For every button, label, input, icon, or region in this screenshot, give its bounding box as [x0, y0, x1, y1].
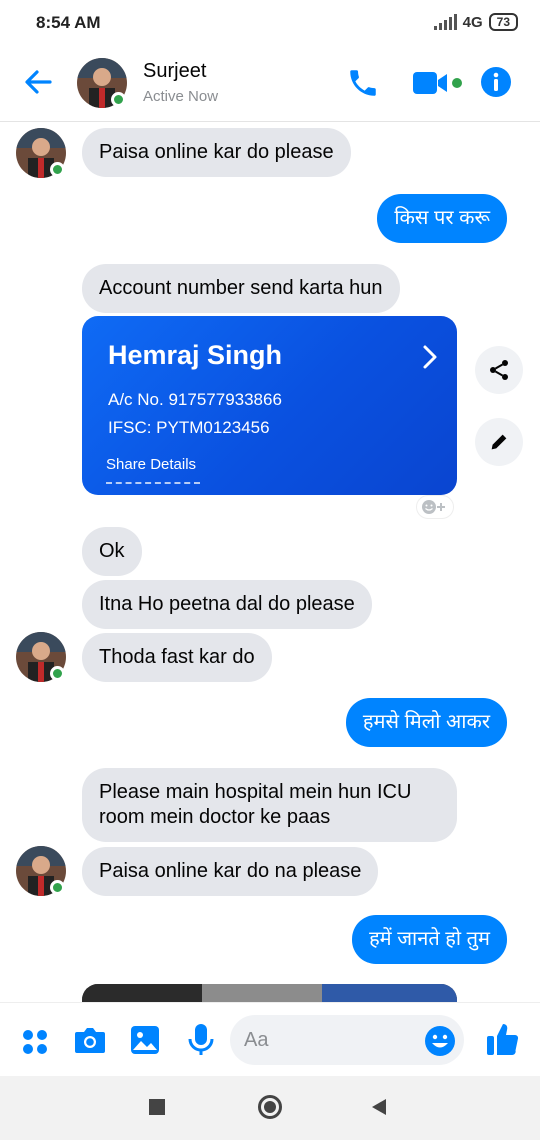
card-account-name: Hemraj Singh: [108, 340, 283, 370]
chat-header: Surjeet Active Now: [0, 46, 540, 122]
card-share-details[interactable]: Share Details: [106, 456, 196, 473]
system-nav-bar: [0, 1076, 540, 1140]
card-account-number: A/c No. 917577933866: [108, 390, 282, 409]
outgoing-message[interactable]: हमसे मिलो आकर: [345, 698, 507, 747]
video-icon[interactable]: [413, 70, 465, 96]
photo-thumbnail: [82, 984, 457, 1002]
add-reaction-button[interactable]: [416, 495, 454, 519]
gallery-icon[interactable]: [130, 1025, 160, 1055]
share-icon: [490, 360, 508, 380]
incoming-message[interactable]: Itna Ho peetna dal do please: [82, 580, 372, 629]
nav-home-dot: [264, 1101, 276, 1113]
signal-icon: [433, 14, 457, 30]
contact-name[interactable]: Surjeet: [143, 60, 206, 83]
add-reaction-icon: [422, 500, 445, 514]
nav-back-icon[interactable]: [370, 1098, 388, 1116]
status-right: 4G 73: [433, 13, 518, 31]
edit-icon: [491, 434, 507, 450]
incoming-message[interactable]: Thoda fast kar do: [82, 633, 272, 682]
share-button[interactable]: [475, 346, 523, 394]
camera-icon[interactable]: [74, 1025, 106, 1055]
info-icon[interactable]: [480, 66, 512, 98]
network-type: 4G: [462, 13, 483, 31]
phone-icon[interactable]: [346, 66, 380, 100]
incoming-message[interactable]: Paisa online kar do na please: [82, 847, 379, 896]
status-time: 8:54 AM: [36, 13, 101, 32]
mic-icon[interactable]: [188, 1023, 214, 1057]
nav-home-icon[interactable]: [258, 1095, 282, 1119]
status-bar: 8:54 AM 4G 73: [0, 0, 540, 46]
online-indicator: [50, 880, 65, 895]
chevron-right-icon: [423, 345, 437, 369]
contact-presence: Active Now: [143, 88, 219, 105]
composer-bar: [0, 1002, 540, 1076]
edit-button[interactable]: [475, 418, 523, 466]
like-icon[interactable]: [486, 1021, 520, 1057]
battery-indicator: 73: [488, 13, 518, 31]
message-line: room mein doctor ke paas: [99, 806, 331, 828]
incoming-message[interactable]: Please main hospital mein hun ICU room m…: [82, 768, 457, 842]
incoming-message[interactable]: Ok: [82, 527, 142, 576]
incoming-message[interactable]: Account number send karta hun: [82, 264, 400, 313]
image-message-preview[interactable]: [82, 984, 457, 1002]
incoming-message[interactable]: Paisa online kar do please: [82, 128, 351, 177]
emoji-icon[interactable]: [424, 1025, 456, 1057]
apps-icon[interactable]: [22, 1029, 48, 1055]
message-thread[interactable]: Paisa online kar do please किस पर करू Ac…: [0, 122, 540, 1002]
outgoing-message[interactable]: हमें जानते हो तुम: [352, 915, 507, 964]
outgoing-message[interactable]: किस पर करू: [377, 194, 507, 243]
message-line: Please main hospital mein hun ICU: [99, 781, 412, 803]
nav-square-icon[interactable]: [149, 1099, 165, 1115]
online-indicator: [50, 162, 65, 177]
bank-details-card[interactable]: Hemraj Singh A/c No. 917577933866 IFSC: …: [82, 316, 457, 495]
online-indicator: [111, 92, 126, 107]
card-ifsc: IFSC: PYTM0123456: [108, 418, 270, 437]
card-divider: [106, 482, 200, 484]
online-indicator: [50, 666, 65, 681]
back-arrow-icon[interactable]: [20, 64, 56, 100]
